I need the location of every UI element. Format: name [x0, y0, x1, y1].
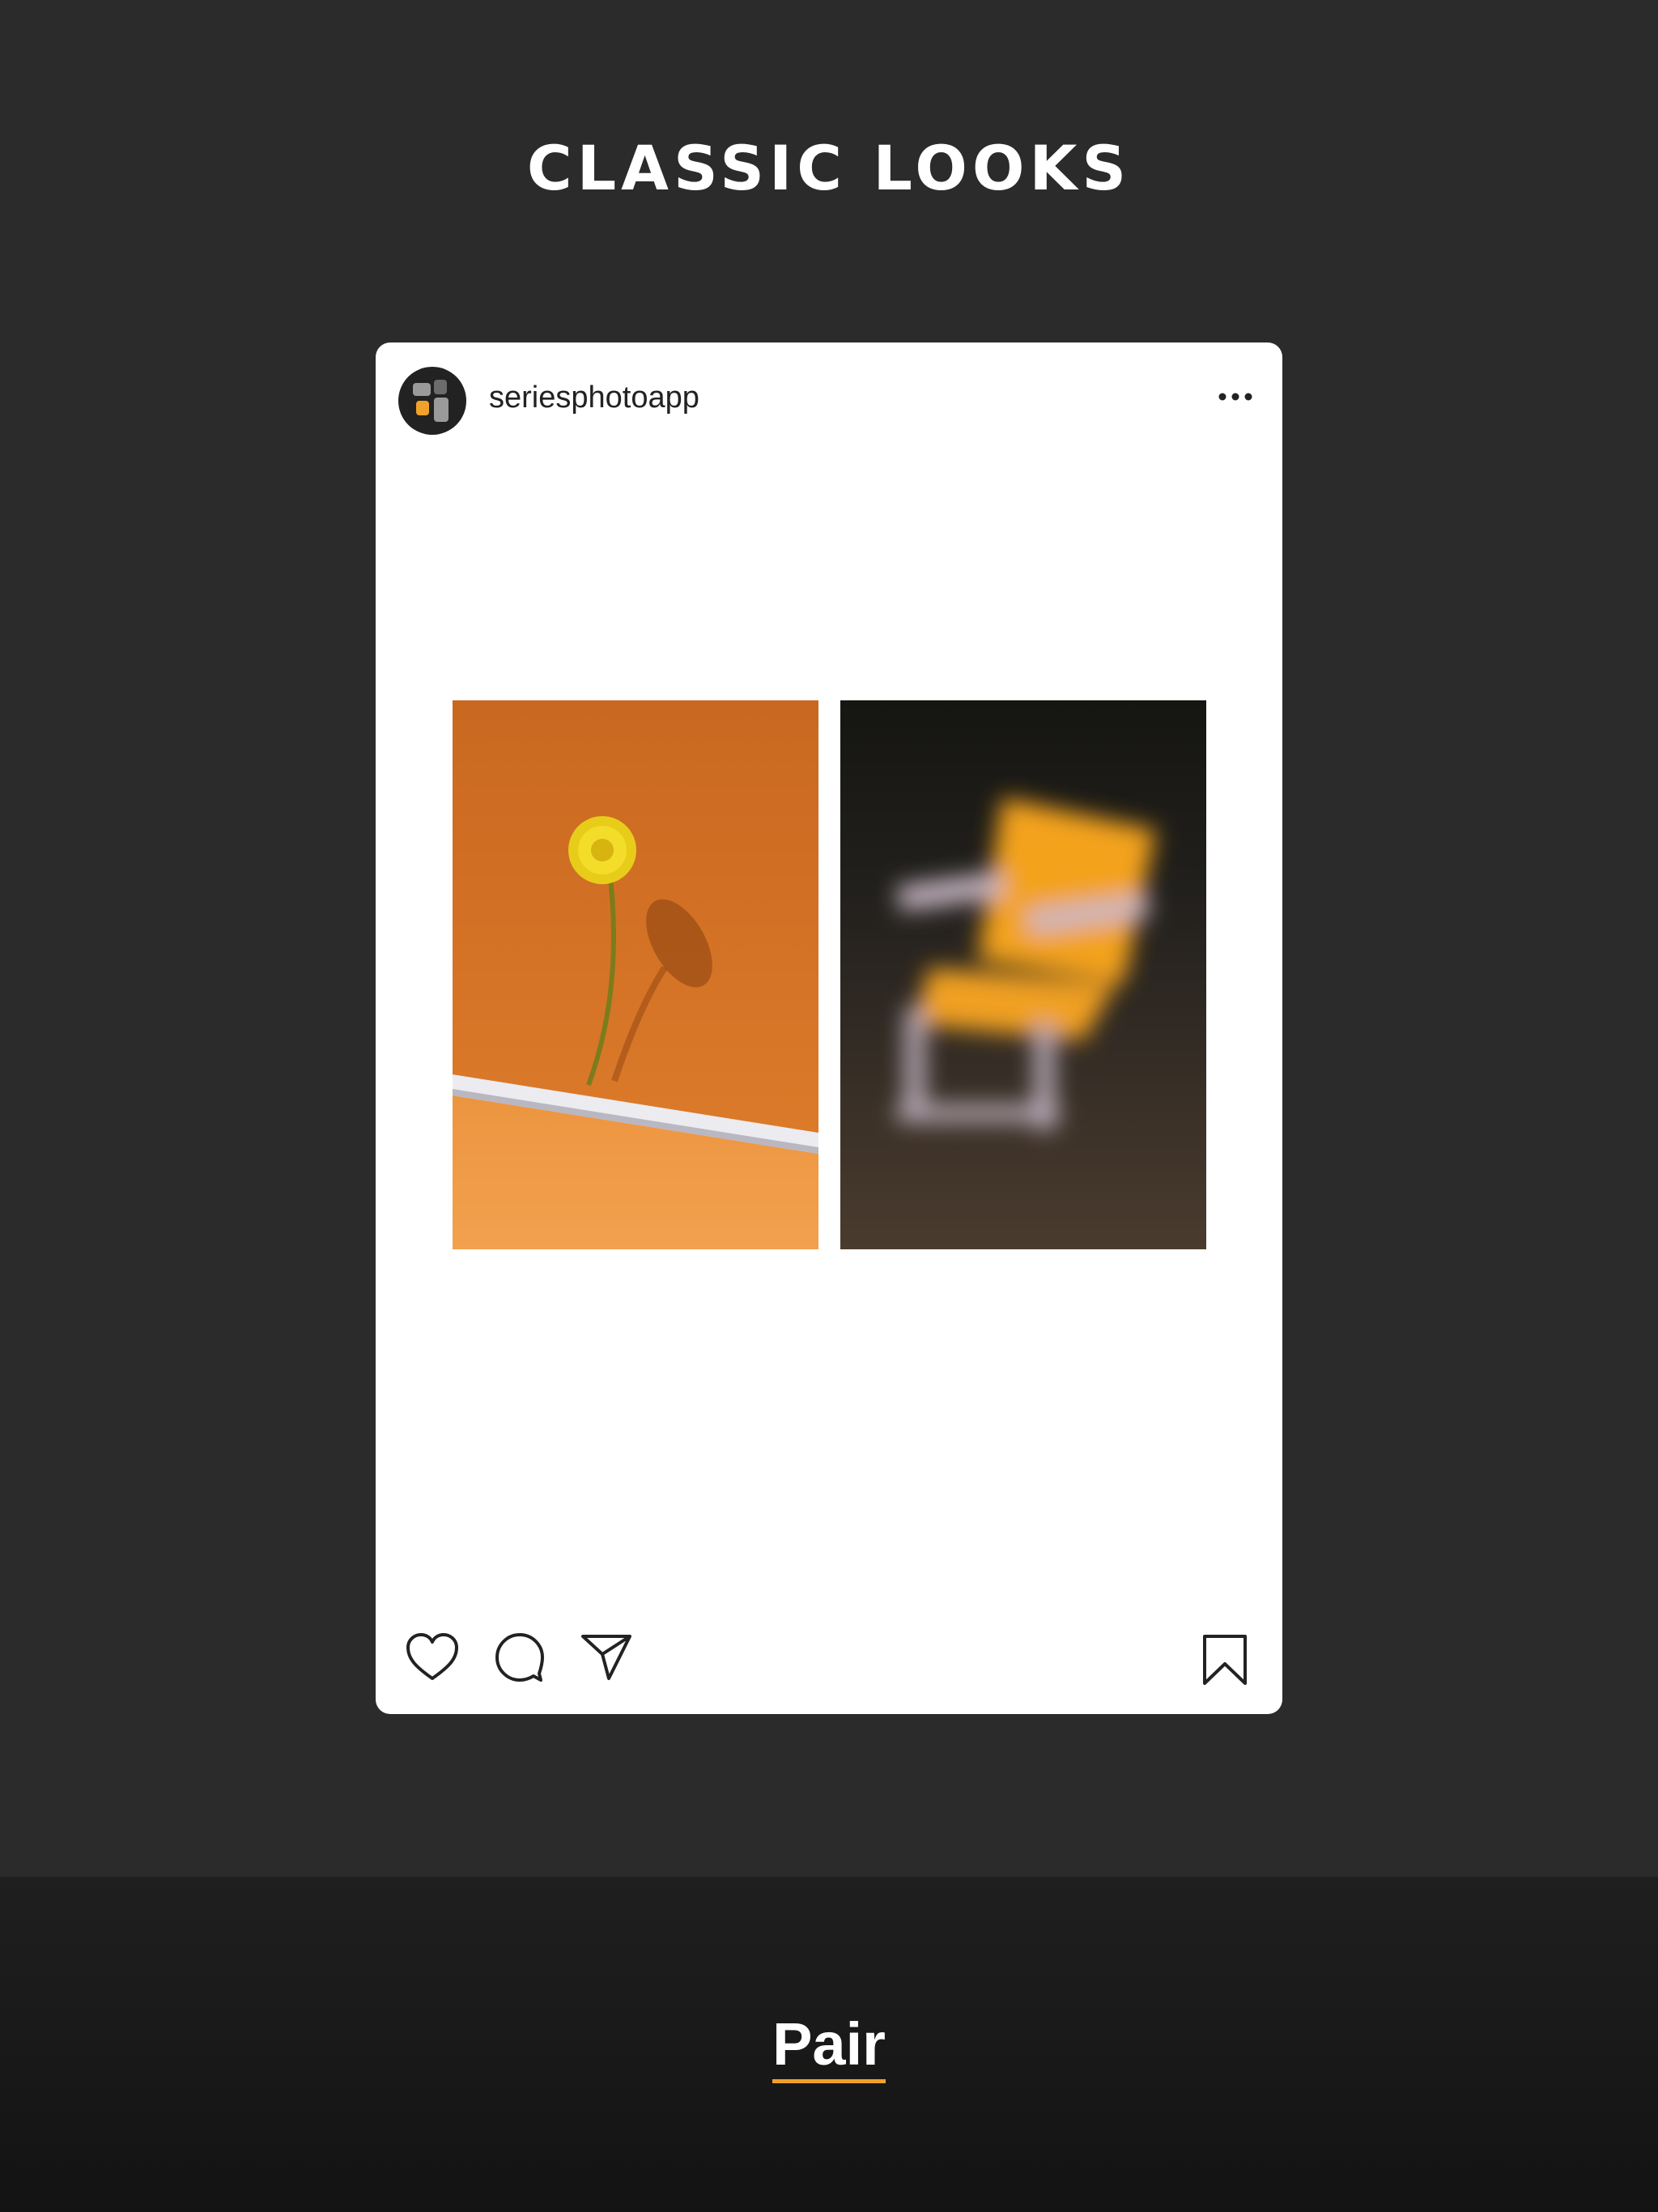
comment-icon[interactable] — [494, 1631, 546, 1683]
bottom-tab-bar: Pair — [0, 1877, 1658, 2212]
post-card: seriesphotoapp — [376, 342, 1282, 1714]
photo-chair[interactable] — [840, 700, 1206, 1249]
heart-icon[interactable] — [405, 1631, 460, 1683]
post-username[interactable]: seriesphotoapp — [489, 382, 699, 413]
more-dots-icon[interactable] — [1216, 391, 1255, 402]
send-icon[interactable] — [580, 1631, 633, 1682]
app-logo-icon[interactable] — [398, 367, 466, 435]
tab-pair[interactable]: Pair — [0, 2014, 1658, 2083]
photo-dandelion[interactable] — [453, 700, 818, 1249]
tab-pair-label: Pair — [772, 2014, 886, 2083]
page-headline: CLASSIC LOOKS — [526, 132, 1132, 204]
bookmark-icon[interactable] — [1201, 1633, 1248, 1687]
